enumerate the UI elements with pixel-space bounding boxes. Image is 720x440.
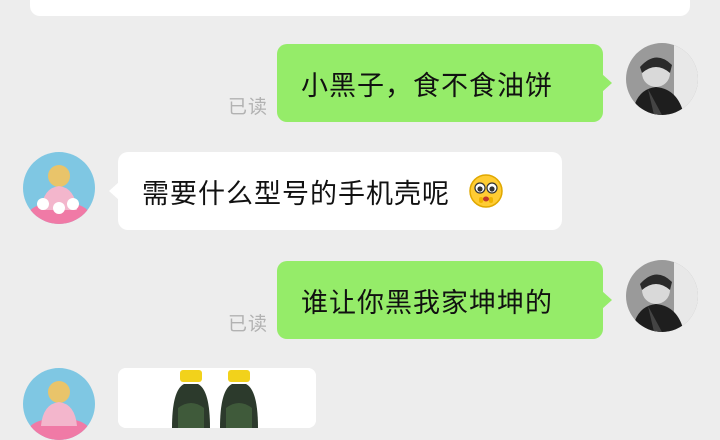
outgoing-message-bubble[interactable]: 小黑子，食不食油饼 — [277, 44, 612, 122]
bottles-photo-icon — [118, 368, 316, 428]
outgoing-message-bubble[interactable]: 谁让你黑我家坤坤的 — [277, 261, 612, 339]
image-message[interactable] — [118, 368, 316, 428]
user-avatar[interactable] — [626, 43, 698, 115]
read-status: 已读 — [228, 96, 269, 118]
incoming-message-bubble[interactable]: 需要什么型号的手机壳呢 — [109, 152, 562, 230]
user-avatar[interactable] — [626, 260, 698, 332]
contact-avatar[interactable] — [23, 368, 95, 440]
buddha-figure-icon — [23, 152, 95, 224]
portrait-photo-icon — [626, 260, 698, 332]
buddha-figure-icon — [23, 368, 95, 440]
portrait-photo-icon — [626, 43, 698, 115]
previous-message-bubble[interactable] — [30, 0, 690, 16]
message-text: 小黑子，食不食油饼 — [301, 70, 553, 102]
message-text: 谁让你黑我家坤坤的 — [301, 287, 553, 319]
message-text: 需要什么型号的手机壳呢 — [142, 178, 450, 210]
read-status: 已读 — [228, 313, 269, 335]
contact-avatar[interactable] — [23, 152, 95, 224]
pleading-face-emoji-icon — [468, 173, 504, 209]
